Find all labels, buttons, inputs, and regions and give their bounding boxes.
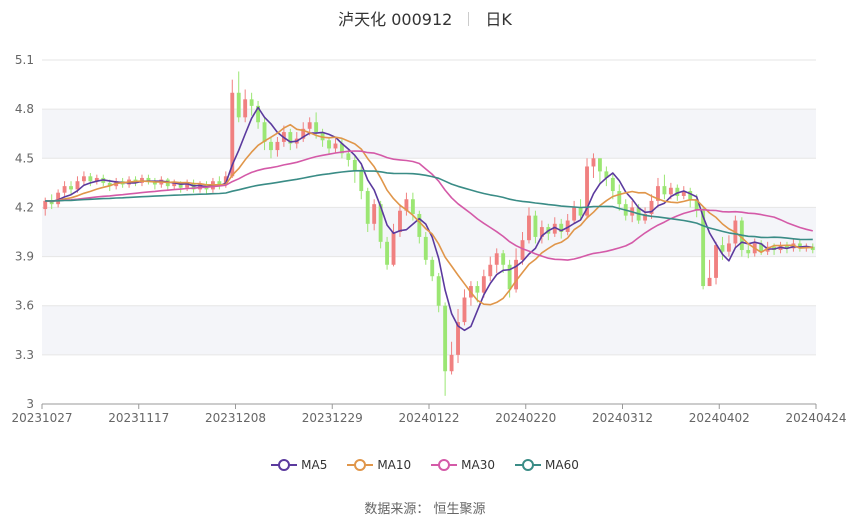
grid-band	[42, 305, 816, 355]
candle	[391, 232, 396, 265]
x-axis: 20231027 20231117 20231208 20231229 20240122…	[11, 403, 847, 425]
candle	[436, 276, 441, 306]
candle	[481, 276, 486, 293]
candle	[262, 122, 267, 142]
candle	[410, 199, 415, 214]
legend-marker	[347, 459, 374, 471]
x-tick-label: 20231208	[205, 411, 266, 425]
x-tick-label: 20240424	[785, 411, 846, 425]
candle	[75, 181, 80, 190]
x-tick-label: 20240220	[495, 411, 556, 425]
candle	[249, 99, 254, 106]
legend-item-ma5[interactable]: MA5	[271, 458, 327, 472]
candle	[501, 253, 506, 265]
candle	[69, 186, 73, 190]
candle	[346, 153, 351, 160]
candle	[417, 213, 422, 237]
candle	[494, 253, 499, 265]
legend-marker	[271, 459, 298, 471]
x-tick-label: 20231229	[302, 411, 363, 425]
candle	[365, 191, 370, 224]
y-tick-label: 3.9	[15, 250, 34, 264]
x-tick-label: 20240312	[592, 411, 653, 425]
candle	[81, 176, 86, 182]
candle	[385, 241, 390, 265]
candle	[610, 177, 615, 192]
candle	[327, 140, 331, 149]
y-tick-label: 3.6	[15, 299, 34, 313]
candle	[333, 143, 338, 149]
candle	[668, 187, 673, 195]
candle	[62, 186, 67, 193]
y-tick-label: 4.8	[15, 102, 34, 116]
legend-label: MA10	[377, 458, 412, 472]
grid-band	[42, 109, 816, 159]
candle	[398, 210, 402, 232]
candlestick-chart: 5.14.84.54.23.93.63.33 20231027 20231117 2…	[11, 53, 847, 425]
candle	[572, 207, 577, 221]
candle	[423, 236, 428, 260]
candle	[714, 245, 718, 278]
legend-label: MA30	[461, 458, 496, 472]
candle	[533, 215, 538, 237]
y-tick-label: 5.1	[15, 53, 34, 67]
y-tick-label: 3.3	[15, 348, 34, 362]
candle	[314, 122, 319, 133]
x-tick-label: 20231117	[108, 411, 169, 425]
candle	[662, 186, 667, 195]
legend-label: MA60	[545, 458, 579, 472]
candle	[449, 354, 454, 372]
candle	[707, 277, 712, 287]
candle	[275, 141, 280, 151]
data-source: 数据来源： 恒生聚源	[364, 502, 486, 517]
candle	[746, 250, 751, 254]
legend-label: MA5	[301, 458, 328, 472]
candle	[597, 158, 602, 172]
legend: MA5 MA10 MA30 MA60	[0, 458, 850, 472]
candle	[236, 92, 241, 118]
candle	[359, 171, 364, 192]
candle	[430, 259, 435, 277]
legend-item-ma60[interactable]: MA60	[515, 458, 579, 472]
candle	[617, 191, 622, 205]
candle	[514, 259, 519, 290]
candle	[475, 286, 480, 293]
candle	[43, 200, 48, 210]
y-axis: 5.1 4.8 4.5 4.2 3.9 3.6 3.3 3	[15, 53, 34, 411]
x-tick-label: 20231027	[11, 411, 72, 425]
candle	[527, 215, 531, 241]
y-tick-label: 4.2	[15, 200, 34, 214]
candle	[243, 99, 248, 118]
x-tick-label: 20240122	[398, 411, 459, 425]
candle	[352, 159, 357, 172]
y-tick-label: 3	[26, 397, 34, 411]
candle	[443, 305, 448, 372]
candle	[591, 158, 596, 167]
candle	[462, 297, 467, 323]
candle	[88, 176, 93, 182]
y-tick-label: 4.5	[15, 151, 34, 165]
legend-marker	[515, 459, 542, 471]
candle	[372, 204, 377, 224]
legend-item-ma30[interactable]: MA30	[431, 458, 495, 472]
legend-item-ma10[interactable]: MA10	[347, 458, 411, 472]
legend-marker	[431, 459, 458, 471]
candle	[578, 207, 583, 216]
candle	[488, 264, 493, 277]
x-tick-label: 20240402	[689, 411, 750, 425]
candle	[307, 122, 312, 129]
candle	[269, 141, 273, 151]
candle	[726, 243, 731, 252]
